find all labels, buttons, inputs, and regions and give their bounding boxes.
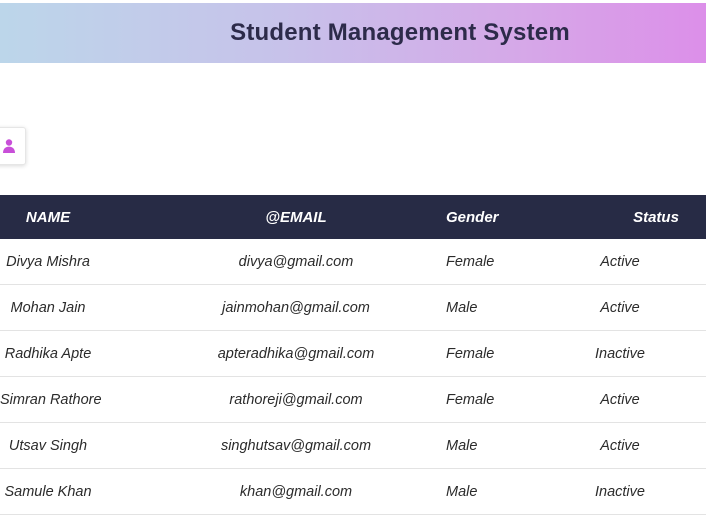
- cell-gender: Male: [446, 437, 478, 454]
- table-row[interactable]: Utsav Singh singhutsav@gmail.com Male Activ…: [0, 423, 706, 469]
- table-header-row: NAME @EMAIL Gender Status: [0, 195, 706, 239]
- cell-gender: Female: [446, 253, 495, 270]
- cell-email: jainmohan@gmail.com: [222, 299, 370, 316]
- cell-name: Divya Mishra: [6, 253, 90, 270]
- cell-name: Mohan Jain: [10, 299, 86, 316]
- cell-gender: Female: [446, 345, 495, 362]
- cell-email: apteradhika@gmail.com: [217, 345, 375, 362]
- column-header-status[interactable]: Status: [556, 209, 706, 226]
- table-row[interactable]: Mohan Jain jainmohan@gmail.com Male Active: [0, 285, 706, 331]
- cell-email: singhutsav@gmail.com: [220, 437, 372, 454]
- table-row[interactable]: Simran Rathore rathoreji@gmail.com Female A…: [0, 377, 706, 423]
- cell-status: Inactive: [595, 345, 645, 362]
- column-header-name[interactable]: NAME: [0, 209, 96, 226]
- app-header: Student Management System: [0, 3, 706, 63]
- cell-name: Radhika Apte: [4, 345, 92, 362]
- add-student-button[interactable]: [0, 127, 26, 165]
- table-body: Divya Mishra divya@gmail.com Female Active M…: [0, 239, 706, 515]
- table-row[interactable]: Divya Mishra divya@gmail.com Female Active: [0, 239, 706, 285]
- cell-status: Active: [600, 437, 640, 454]
- cell-status: Active: [600, 299, 640, 316]
- column-header-email[interactable]: @EMAIL: [96, 209, 496, 226]
- cell-email: divya@gmail.com: [238, 253, 354, 270]
- cell-name: Utsav Singh: [8, 437, 88, 454]
- cell-name: Simran Rathore: [0, 391, 102, 408]
- table-row[interactable]: Samule Khan khan@gmail.com Male Inactive: [0, 469, 706, 515]
- cell-status: Active: [600, 253, 640, 270]
- table-row[interactable]: Radhika Apte apteradhika@gmail.com Female I…: [0, 331, 706, 377]
- cell-status: Inactive: [595, 483, 645, 500]
- students-table: NAME @EMAIL Gender Status Divya Mishra di…: [0, 195, 706, 515]
- students-table-container: NAME @EMAIL Gender Status Divya Mishra di…: [0, 195, 706, 515]
- cell-gender: Female: [446, 391, 495, 408]
- cell-status: Active: [600, 391, 640, 408]
- cell-email: rathoreji@gmail.com: [229, 391, 363, 408]
- user-plus-icon: [3, 139, 15, 153]
- page-title: Student Management System: [230, 19, 570, 46]
- cell-gender: Male: [446, 483, 478, 500]
- cell-gender: Male: [446, 299, 478, 316]
- cell-name: Samule Khan: [4, 483, 92, 500]
- cell-email: khan@gmail.com: [239, 483, 353, 500]
- column-header-gender[interactable]: Gender: [446, 209, 499, 226]
